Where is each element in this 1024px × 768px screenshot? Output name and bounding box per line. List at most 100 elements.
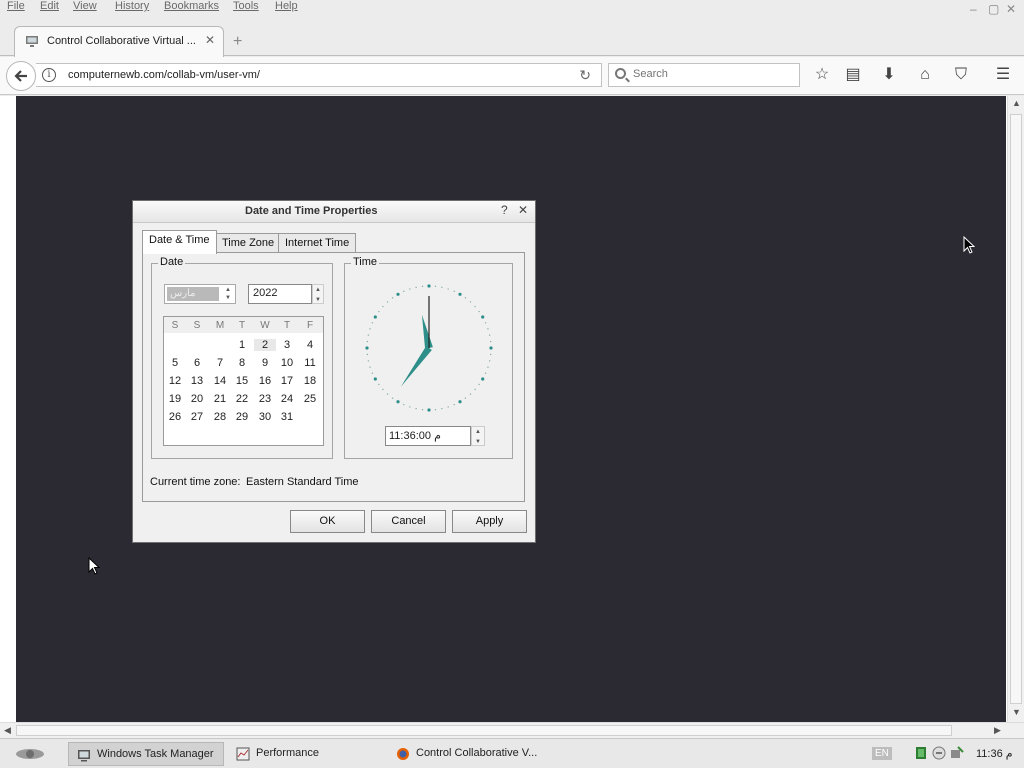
hamburger-menu-icon[interactable]: ☰ — [993, 65, 1013, 85]
taskbar-item-task-manager[interactable]: Windows Task Manager — [68, 742, 224, 766]
calendar-day[interactable]: 30 — [254, 411, 276, 423]
menu-bookmarks[interactable]: Bookmarks — [164, 0, 219, 12]
calendar-day[interactable]: 29 — [231, 411, 253, 423]
menu-history[interactable]: History — [115, 0, 149, 12]
calendar-day[interactable]: 8 — [231, 357, 253, 369]
horizontal-scroll-thumb[interactable] — [16, 725, 952, 736]
calendar-day[interactable]: 6 — [186, 357, 208, 369]
minimize-button[interactable]: – — [970, 2, 977, 16]
tab-close-icon[interactable]: ✕ — [205, 33, 215, 47]
calendar-day[interactable]: 2 — [254, 339, 276, 351]
calendar-day[interactable]: 14 — [209, 375, 231, 387]
vertical-scrollbar[interactable]: ▲ ▼ — [1007, 96, 1024, 722]
tray-device-icon[interactable] — [950, 746, 964, 760]
vertical-scroll-thumb[interactable] — [1010, 114, 1022, 704]
apply-button[interactable]: Apply — [452, 510, 527, 533]
calendar-day[interactable]: 12 — [164, 375, 186, 387]
browser-tab[interactable]: Control Collaborative Virtual ... ✕ — [14, 26, 224, 57]
menu-view[interactable]: View — [73, 0, 97, 12]
home-icon[interactable]: ⌂ — [915, 65, 935, 85]
calendar-day[interactable]: 18 — [299, 375, 321, 387]
calendar-day[interactable]: 13 — [186, 375, 208, 387]
time-input[interactable]: 11:36:00 م — [385, 426, 471, 446]
back-button[interactable] — [6, 61, 36, 91]
calendar-day[interactable]: 31 — [276, 411, 298, 423]
scroll-down-icon[interactable]: ▼ — [1012, 707, 1021, 717]
year-spinner[interactable]: ▲ ▼ — [312, 284, 324, 304]
info-icon[interactable]: i — [42, 68, 56, 82]
clock-minute-mark — [484, 372, 487, 374]
clock-minute-hand — [400, 345, 432, 387]
calendar-day[interactable]: 28 — [209, 411, 231, 423]
scroll-up-icon[interactable]: ▲ — [1012, 98, 1021, 108]
horizontal-scrollbar[interactable]: ◀ ▶ — [0, 722, 1024, 738]
calendar-day[interactable]: 11 — [299, 357, 321, 369]
year-input[interactable]: 2022 — [248, 284, 312, 304]
weekday-header: F — [306, 320, 314, 331]
start-button-icon[interactable] — [14, 747, 46, 761]
clock-minute-mark — [453, 403, 455, 406]
calendar-day[interactable]: 15 — [231, 375, 253, 387]
tray-network-icon[interactable] — [914, 746, 928, 760]
month-spin-icon[interactable]: ▲ ▼ — [222, 286, 234, 302]
calendar-day[interactable]: 10 — [276, 357, 298, 369]
calendar-day[interactable]: 25 — [299, 393, 321, 405]
menu-help[interactable]: Help — [275, 0, 298, 12]
tab-date-time[interactable]: Date & Time — [142, 230, 217, 254]
language-indicator[interactable]: EN — [872, 747, 892, 760]
bookmark-star-icon[interactable]: ☆ — [812, 65, 832, 85]
calendar-day[interactable]: 26 — [164, 411, 186, 423]
download-icon[interactable]: ⬇ — [879, 65, 899, 85]
calendar-day[interactable]: 9 — [254, 357, 276, 369]
calendar-day[interactable]: 20 — [186, 393, 208, 405]
calendar-day[interactable]: 17 — [276, 375, 298, 387]
clock-minute-mark — [441, 286, 443, 289]
calendar-day[interactable]: 22 — [231, 393, 253, 405]
calendar-day[interactable]: 21 — [209, 393, 231, 405]
calendar-day[interactable]: 4 — [299, 339, 321, 351]
reading-list-icon[interactable]: ▤ — [843, 65, 863, 85]
search-box[interactable] — [608, 63, 800, 87]
dialog-title-bar[interactable]: Date and Time Properties ? ✕ — [133, 201, 535, 223]
search-input[interactable] — [633, 68, 793, 80]
menu-edit[interactable]: Edit — [40, 0, 59, 12]
taskbar-item-performance[interactable]: Performance — [228, 742, 378, 766]
close-window-button[interactable]: ✕ — [1006, 2, 1016, 16]
pocket-icon[interactable]: ⛉ — [951, 65, 971, 85]
calendar-day[interactable]: 16 — [254, 375, 276, 387]
weekday-header: W — [260, 320, 270, 331]
calendar-day[interactable]: 27 — [186, 411, 208, 423]
timezone-label: Current time zone: — [150, 476, 241, 488]
taskbar-item-browser[interactable]: Control Collaborative V... — [388, 742, 558, 766]
tab-time-zone[interactable]: Time Zone — [215, 233, 282, 253]
tab-internet-time[interactable]: Internet Time — [278, 233, 357, 253]
ok-button[interactable]: OK — [290, 510, 365, 533]
maximize-button[interactable]: ▢ — [988, 2, 999, 16]
taskbar-item-label: Performance — [256, 747, 319, 759]
url-bar[interactable]: i computernewb.com/collab-vm/user-vm/ ↻ — [36, 63, 602, 87]
dialog-close-icon[interactable]: ✕ — [518, 203, 528, 217]
time-spinner[interactable]: ▲ ▼ — [471, 426, 485, 446]
calendar-day[interactable]: 5 — [164, 357, 186, 369]
calendar-day[interactable]: 19 — [164, 393, 186, 405]
menu-tools[interactable]: Tools — [233, 0, 259, 12]
calendar-day[interactable]: 7 — [209, 357, 231, 369]
new-tab-icon[interactable]: + — [233, 33, 242, 51]
reload-icon[interactable]: ↻ — [579, 67, 591, 84]
clock-minute-mark — [453, 290, 455, 293]
calendar-day[interactable]: 23 — [254, 393, 276, 405]
scroll-right-icon[interactable]: ▶ — [994, 725, 1001, 736]
calendar-day[interactable]: 24 — [276, 393, 298, 405]
scroll-left-icon[interactable]: ◀ — [4, 725, 11, 736]
clock-hour-mark — [458, 292, 462, 296]
cancel-button[interactable]: Cancel — [371, 510, 446, 533]
menu-file[interactable]: File — [7, 0, 25, 12]
url-text[interactable]: computernewb.com/collab-vm/user-vm/ — [68, 69, 260, 81]
tray-volume-icon[interactable] — [932, 746, 946, 760]
clock-minute-mark — [447, 288, 449, 290]
calendar-day[interactable]: 3 — [276, 339, 298, 351]
month-select[interactable]: مارس ▲ ▼ — [164, 284, 236, 304]
calendar-day[interactable]: 1 — [231, 339, 253, 351]
help-icon[interactable]: ? — [501, 203, 508, 217]
taskbar-clock[interactable]: 11:36 م — [976, 747, 1013, 760]
